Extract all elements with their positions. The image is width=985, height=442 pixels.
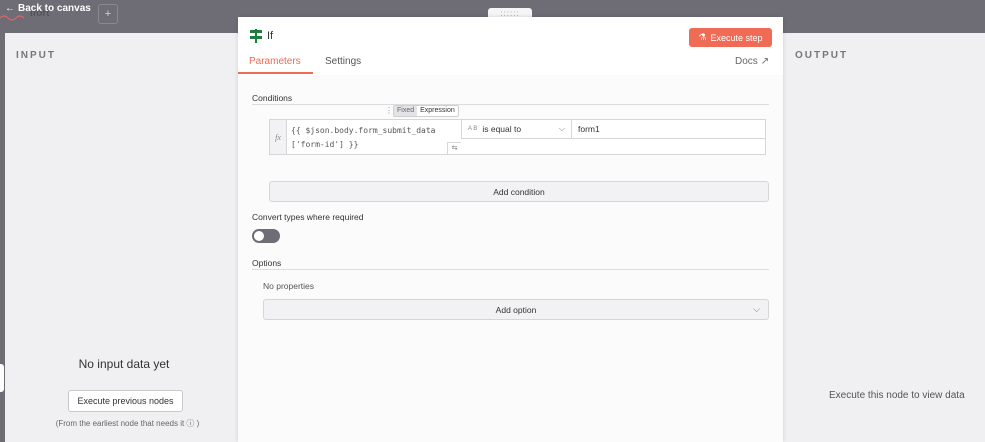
conditions-divider xyxy=(252,104,769,105)
execute-step-button[interactable]: ⚗ Execute step xyxy=(689,28,772,47)
expression-link-icon[interactable]: ⇆ xyxy=(447,142,461,154)
node-header: If ⚗ Execute step Parameters Settings Do… xyxy=(238,17,783,75)
execute-to-view-message: Execute this node to view data xyxy=(829,390,965,401)
tab-settings[interactable]: Settings xyxy=(325,56,361,67)
external-link-icon: ↗ xyxy=(760,56,770,67)
convert-types-label: Convert types where required xyxy=(252,212,364,222)
parameters-body: Conditions ⋮ Fixed Expression fx {{ $jso… xyxy=(238,75,783,442)
back-to-canvas-link[interactable]: ← Back to canvas xyxy=(5,3,91,14)
node-title[interactable]: If xyxy=(267,30,273,42)
node-connection-icon xyxy=(0,15,25,21)
execute-step-label: Execute step xyxy=(710,32,763,43)
string-type-icon: A B xyxy=(468,126,478,132)
docs-link[interactable]: Docs ↗ xyxy=(735,56,769,67)
options-divider xyxy=(252,269,769,270)
node-parameters-card: If ⚗ Execute step Parameters Settings Do… xyxy=(238,17,783,442)
output-panel-title: OUTPUT xyxy=(795,50,849,61)
no-properties-text: No properties xyxy=(263,281,315,291)
add-option-dropdown[interactable]: Add option ⌵ xyxy=(263,299,769,320)
add-condition-button[interactable]: Add condition xyxy=(269,181,769,202)
add-option-label: Add option xyxy=(495,304,537,315)
more-options-icon[interactable]: ⋮ xyxy=(385,106,393,115)
tab-parameters[interactable]: Parameters xyxy=(249,56,301,67)
switch-knob xyxy=(254,231,264,241)
input-panel: INPUT No input data yet Execute previous… xyxy=(0,33,238,442)
docs-label: Docs xyxy=(735,56,758,67)
no-input-message: No input data yet xyxy=(78,357,170,371)
fixed-expression-toggle[interactable]: Fixed Expression xyxy=(393,105,459,117)
output-panel: OUTPUT Execute this node to view data xyxy=(783,33,985,442)
condition-right-value-input[interactable]: form1 xyxy=(572,120,766,139)
condition-row: fx {{ $json.body.form_submit_data['form-… xyxy=(269,119,766,155)
chevron-down-icon: ⌵ xyxy=(753,304,760,314)
options-label: Options xyxy=(252,258,282,268)
execute-previous-nodes-button[interactable]: Execute previous nodes xyxy=(68,390,183,412)
earliest-node-hint: (From the earliest node that needs it ⓘ … xyxy=(55,419,200,428)
operator-select[interactable]: A B is equal to ⌵ xyxy=(461,120,572,139)
panel-resize-handle[interactable] xyxy=(0,364,4,392)
input-panel-title: INPUT xyxy=(16,50,56,61)
flask-icon: ⚗ xyxy=(698,32,707,42)
fx-icon: fx xyxy=(270,120,287,154)
convert-types-switch[interactable] xyxy=(252,229,280,243)
add-node-button[interactable]: + xyxy=(98,4,118,24)
if-node-icon xyxy=(250,29,262,43)
condition-left-value-input[interactable]: {{ $json.body.form_submit_data['form-id'… xyxy=(291,124,446,152)
arrow-left-icon: ← xyxy=(5,3,15,14)
back-to-canvas-label: Back to canvas xyxy=(18,3,91,14)
operator-label: is equal to xyxy=(482,124,522,134)
chevron-down-icon: ⌵ xyxy=(558,124,565,133)
active-tab-indicator xyxy=(238,72,313,74)
fixed-option[interactable]: Fixed xyxy=(394,106,418,116)
expression-option[interactable]: Expression xyxy=(417,106,458,116)
conditions-label: Conditions xyxy=(252,93,293,103)
